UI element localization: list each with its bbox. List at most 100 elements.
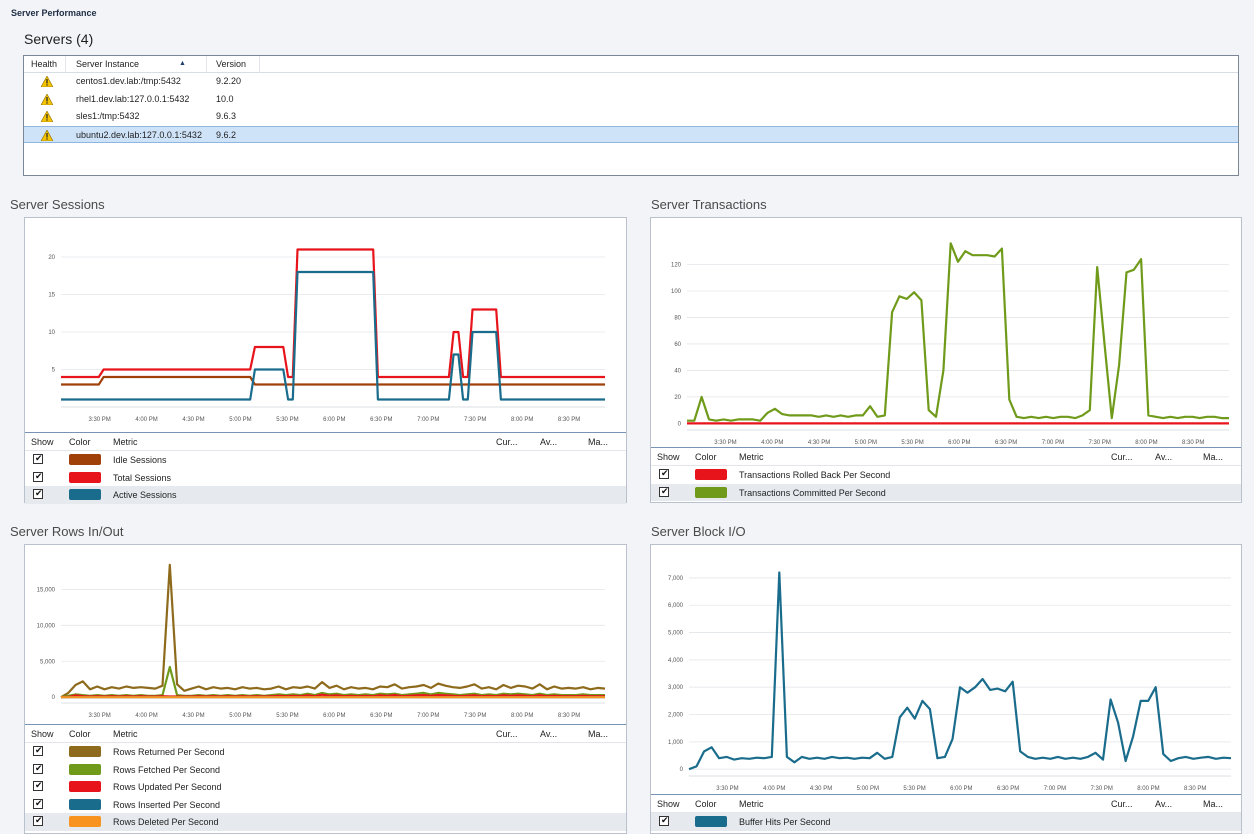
show-checkbox[interactable] [33, 471, 43, 482]
legend-header-max[interactable]: Ma... [1203, 452, 1223, 462]
y-tick-label: 5,000 [40, 659, 56, 665]
show-checkbox[interactable] [33, 745, 43, 756]
server-version-cell: 9.2.20 [216, 76, 242, 86]
server-instance-cell: sles1:/tmp:5432 [76, 111, 140, 121]
server-row[interactable]: rhel1.dev.lab:127.0.0.1:5432 10.0 [24, 91, 1238, 109]
metric-name: Idle Sessions [113, 455, 167, 465]
legend-row[interactable]: Buffer Hits Per Second [651, 813, 1241, 831]
show-checkbox[interactable] [33, 488, 43, 499]
legend-header-show[interactable]: Show [657, 799, 680, 809]
legend-row[interactable]: Active Sessions [25, 486, 626, 504]
x-tick-label: 6:00 PM [948, 440, 970, 446]
show-checkbox[interactable] [659, 486, 669, 497]
x-tick-label: 7:30 PM [1090, 786, 1112, 792]
legend-header-average[interactable]: Av... [540, 437, 557, 447]
legend-header-metric[interactable]: Metric [739, 452, 764, 462]
show-checkbox[interactable] [33, 798, 43, 809]
x-tick-label: 6:00 PM [323, 713, 345, 719]
servers-table-header: Health Server Instance ▲ Version [24, 56, 1238, 73]
legend-header-show[interactable]: Show [31, 437, 54, 447]
y-tick-label: 0 [678, 421, 682, 427]
x-tick-label: 5:00 PM [229, 417, 251, 423]
legend-header-max[interactable]: Ma... [588, 729, 608, 739]
x-tick-label: 7:00 PM [1042, 440, 1064, 446]
warning-icon [41, 93, 53, 105]
legend-header-color[interactable]: Color [69, 729, 91, 739]
legend-header-color[interactable]: Color [69, 437, 91, 447]
legend-header-metric[interactable]: Metric [113, 437, 138, 447]
x-tick-label: 5:30 PM [901, 440, 923, 446]
legend-header-show[interactable]: Show [31, 729, 54, 739]
x-tick-label: 3:30 PM [716, 786, 738, 792]
legend-row[interactable]: Rows Fetched Per Second [25, 761, 626, 779]
legend-row[interactable]: Rows Deleted Per Second [25, 813, 626, 831]
legend-header-color[interactable]: Color [695, 799, 717, 809]
x-tick-label: 4:00 PM [761, 440, 783, 446]
metric-name: Rows Deleted Per Second [113, 817, 219, 827]
warning-icon [41, 76, 53, 87]
legend-header-current[interactable]: Cur... [1111, 799, 1133, 809]
legend-row[interactable]: Rows Inserted Per Second [25, 796, 626, 814]
server-version-cell: 10.0 [216, 93, 234, 104]
legend-header: Show Color Metric Cur... Av... Ma... [651, 448, 1241, 466]
legend-header-average[interactable]: Av... [1155, 452, 1172, 462]
x-tick-label: 6:00 PM [950, 786, 972, 792]
page-title: Server Performance [11, 8, 97, 18]
legend-row[interactable]: Idle Sessions [25, 451, 626, 469]
legend-row[interactable]: Total Sessions [25, 469, 626, 487]
legend-header-metric[interactable]: Metric [739, 799, 764, 809]
series-color-swatch [69, 781, 101, 792]
x-tick-label: 5:30 PM [276, 417, 298, 423]
server-row[interactable]: sles1:/tmp:5432 9.6.3 [24, 108, 1238, 126]
x-tick-label: 8:00 PM [511, 417, 533, 423]
x-tick-label: 6:30 PM [997, 786, 1019, 792]
y-tick-label: 60 [674, 342, 681, 348]
column-header-server-instance[interactable]: Server Instance [76, 59, 139, 69]
legend-row[interactable]: Transactions Committed Per Second [651, 483, 1241, 501]
rows-legend: Show Color Metric Cur... Av... Ma... Rows Retu… [25, 724, 626, 831]
y-tick-label: 5,000 [668, 631, 684, 637]
series-line-rows-fetched-per-second [60, 665, 605, 699]
series-color-swatch [695, 486, 727, 498]
legend-header-color[interactable]: Color [695, 452, 717, 462]
legend-header-current[interactable]: Cur... [496, 437, 518, 447]
y-tick-label: 100 [671, 289, 682, 295]
server-row[interactable]: centos1.dev.lab:/tmp:5432 9.2.20 [24, 73, 1238, 91]
show-checkbox[interactable] [33, 453, 43, 464]
column-header-version[interactable]: Version [216, 59, 246, 69]
server-row[interactable]: ubuntu2.dev.lab:127.0.0.1:5432 9.6.2 [24, 125, 1238, 143]
legend-header-max[interactable]: Ma... [1203, 799, 1223, 809]
legend-header: Show Color Metric Cur... Av... Ma... [25, 433, 626, 451]
x-tick-label: 3:30 PM [88, 417, 110, 423]
blockio-legend: Show Color Metric Cur... Av... Ma... Buffer Hi… [651, 794, 1241, 831]
y-tick-label: 3,000 [668, 685, 684, 691]
y-tick-label: 15,000 [37, 587, 56, 593]
legend-header-average[interactable]: Av... [540, 729, 557, 739]
show-checkbox[interactable] [659, 468, 669, 479]
series-color-swatch [69, 489, 101, 500]
x-tick-label: 4:30 PM [182, 713, 204, 719]
show-checkbox[interactable] [33, 763, 43, 774]
metric-name: Rows Returned Per Second [113, 747, 225, 757]
x-tick-label: 7:30 PM [464, 713, 486, 719]
x-tick-label: 8:30 PM [558, 417, 580, 423]
x-tick-label: 4:00 PM [135, 417, 157, 423]
legend-row[interactable]: Transactions Rolled Back Per Second [651, 466, 1241, 484]
servers-table[interactable]: Health Server Instance ▲ Version centos1… [23, 55, 1239, 176]
show-checkbox[interactable] [33, 780, 43, 791]
column-header-health[interactable]: Health [31, 59, 57, 69]
legend-row[interactable]: Rows Updated Per Second [25, 778, 626, 796]
legend-header-current[interactable]: Cur... [496, 729, 518, 739]
legend-header-average[interactable]: Av... [1155, 799, 1172, 809]
legend-header-show[interactable]: Show [657, 452, 680, 462]
series-line-rows-returned-per-second [60, 563, 606, 699]
metric-name: Active Sessions [113, 490, 177, 500]
legend-header-metric[interactable]: Metric [113, 729, 138, 739]
y-tick-label: 5 [52, 368, 56, 374]
legend-row[interactable]: Rows Returned Per Second [25, 743, 626, 761]
transactions-chart: 0 20 40 60 80 100 120 3:30 PM 4:00 PM 4:30 PM 5:00… [671, 242, 1229, 446]
legend-header-current[interactable]: Cur... [1111, 452, 1133, 462]
x-tick-label: 7:30 PM [1088, 440, 1110, 446]
series-color-swatch [695, 469, 727, 480]
legend-header-max[interactable]: Ma... [588, 437, 608, 447]
